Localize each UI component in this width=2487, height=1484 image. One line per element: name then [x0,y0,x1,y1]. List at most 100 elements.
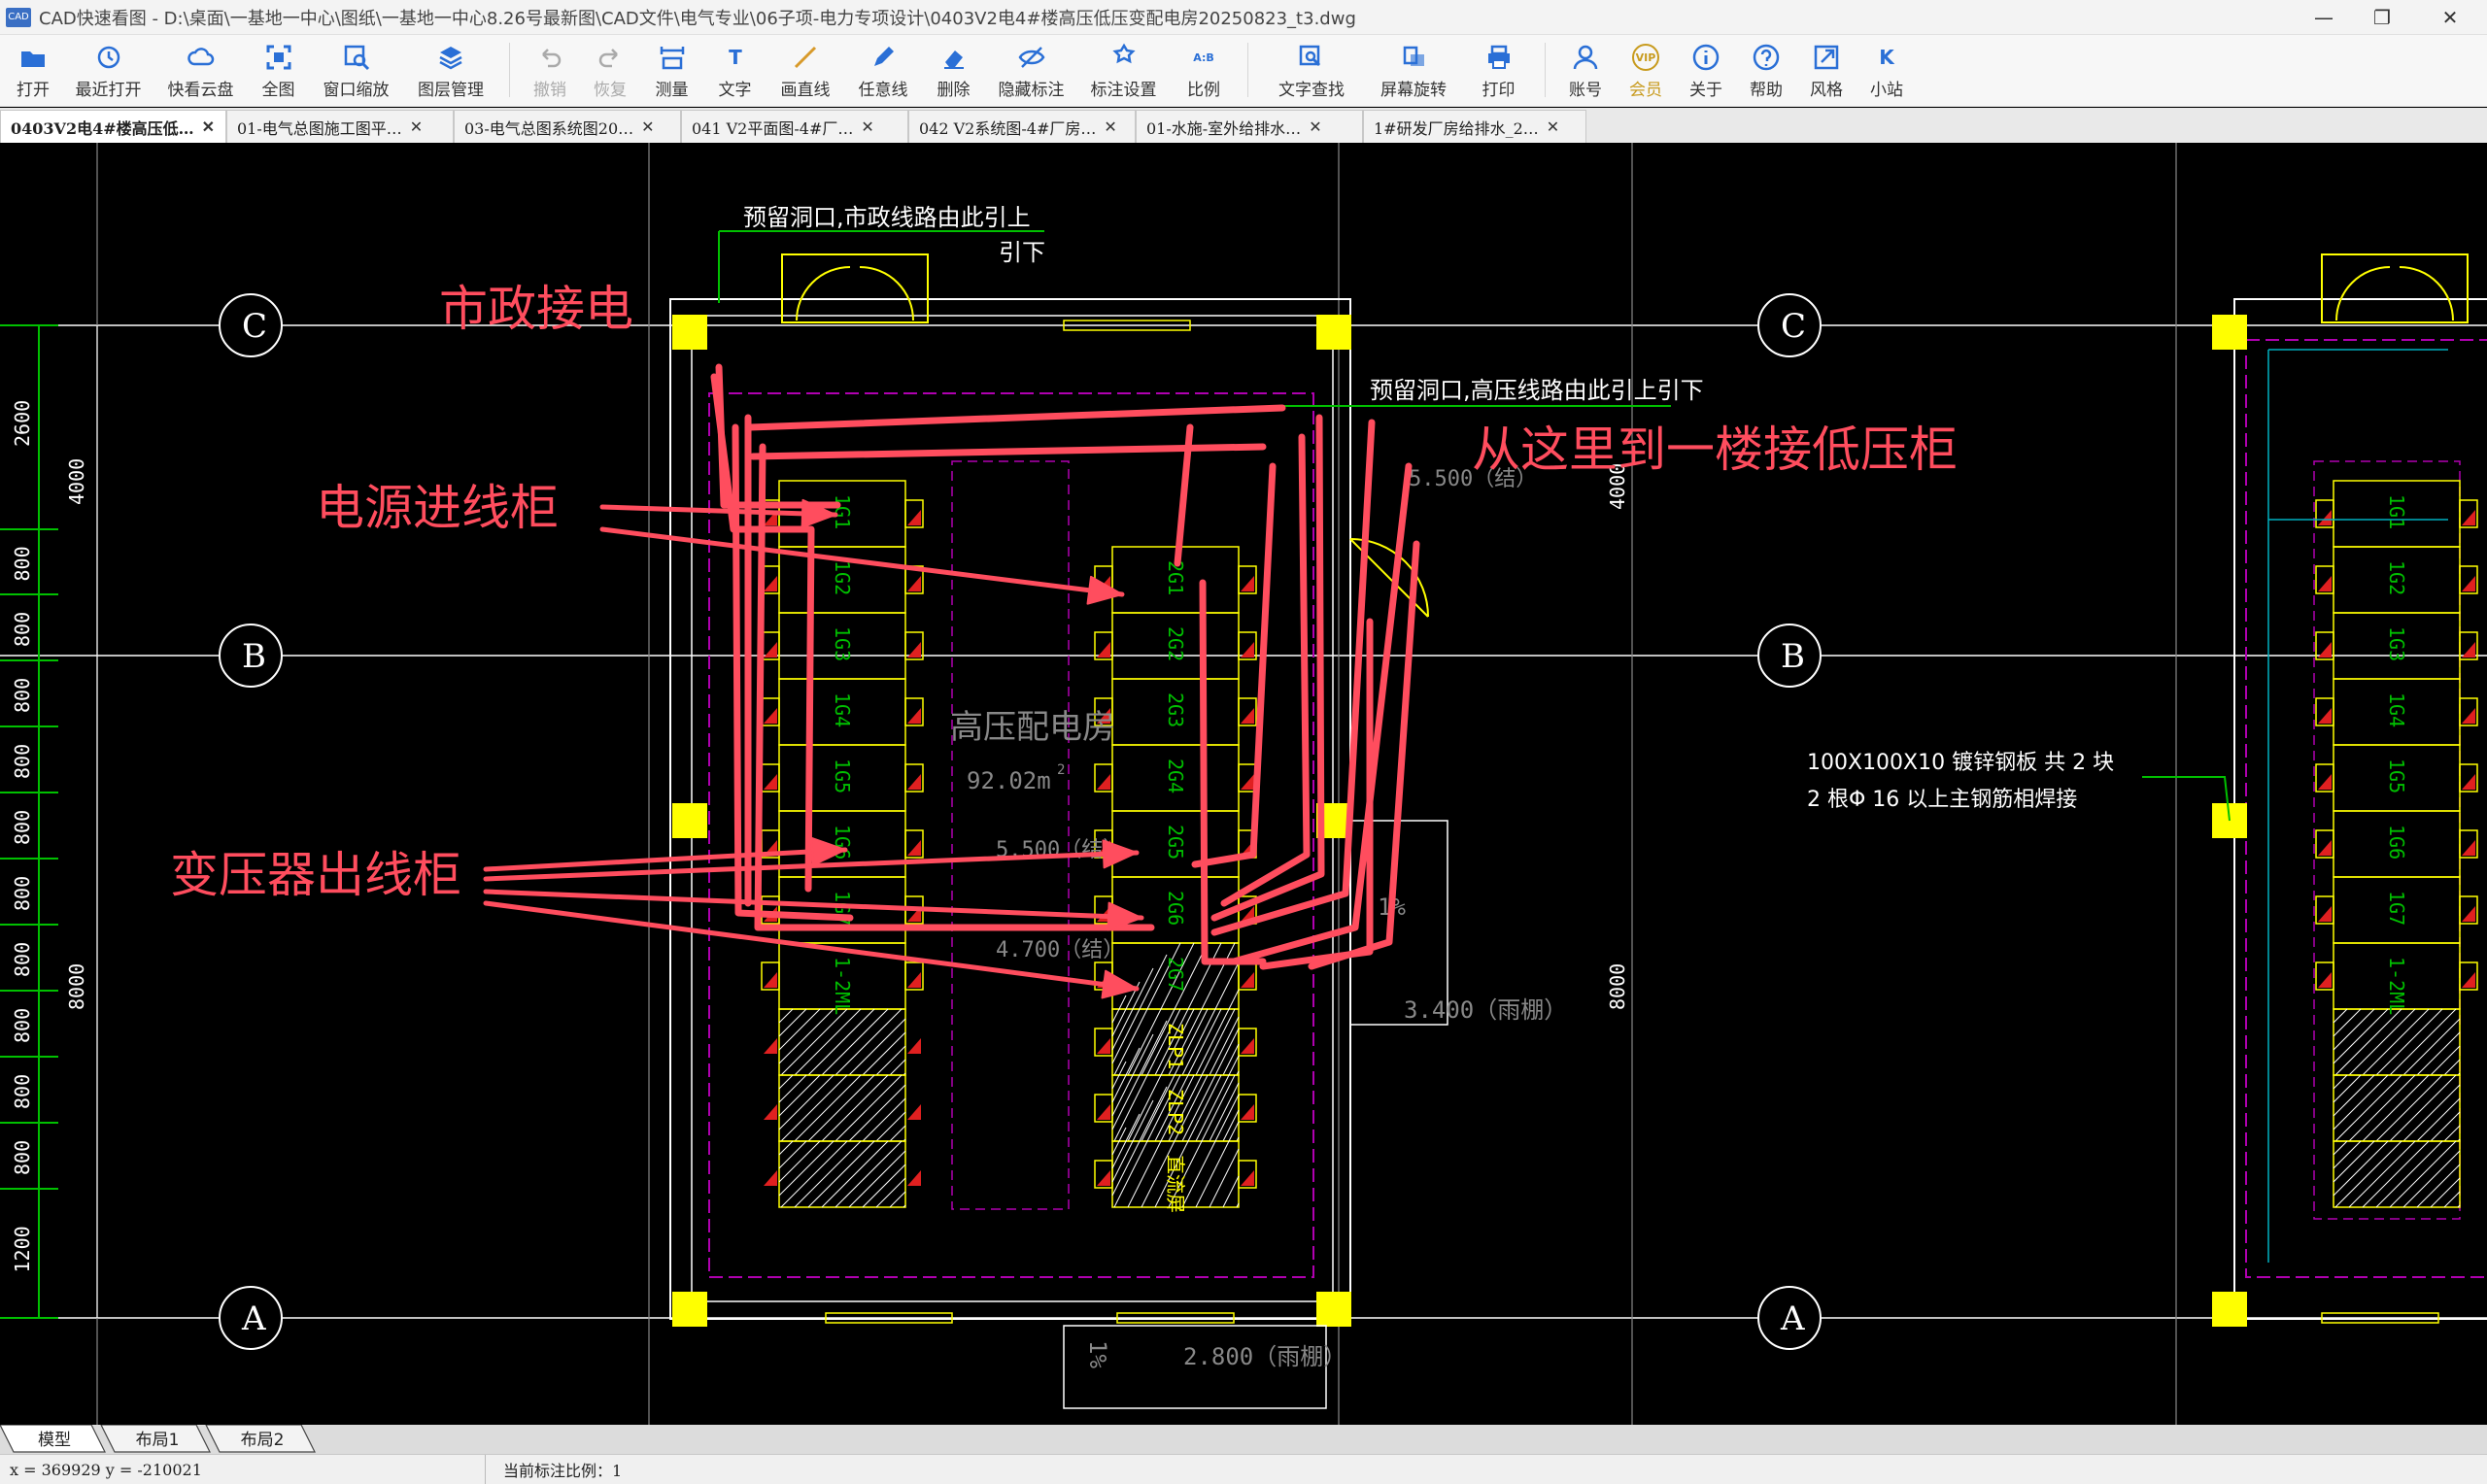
tab-close-icon[interactable]: ✕ [410,118,423,136]
hatch-line [2443,1059,2461,1076]
hatch-line [2443,1191,2461,1208]
tab-close-icon[interactable]: ✕ [202,118,215,136]
handwritten-annotation: 变压器出线柜 [170,847,461,903]
toolbar-measure-button[interactable]: 测量 [640,35,703,107]
hatch-line [2333,1008,2362,1037]
hatch-line [848,1084,906,1142]
tab-close-icon[interactable]: ✕ [641,118,654,136]
dimension-text: 1200 [11,1226,34,1272]
cabinet-marker [2318,708,2332,724]
drawing-note: 预留洞口,市政线路由此引上 [743,204,1031,231]
toolbar-style-button[interactable]: 风格 [1796,35,1857,107]
cabinet-marker [907,510,921,525]
cabinet-marker [907,1104,921,1120]
cabinet-marker [764,1170,777,1186]
toolbar-annotation-settings-button[interactable]: 标注设置 [1077,35,1170,107]
text-search-icon [1297,43,1326,72]
hatch-line [2333,1140,2362,1169]
toolbar-fit-button[interactable]: 全图 [247,35,310,107]
hatch-line [1209,1082,1240,1142]
cad-canvas[interactable]: C C B B A A 2600 800 800 800 800 800 800 800 800 800 800… [0,143,2487,1425]
hatch-line [794,1140,862,1208]
axis-label: C [242,307,267,346]
document-tab[interactable]: 01-电气总图施工图平… ✕ [226,110,454,143]
toolbar-clock-button[interactable]: 最近打开 [62,35,154,107]
toolbar-layers-button[interactable]: 图层管理 [402,35,499,107]
toolbar-label: 比例 [1187,81,1220,100]
hatch-line [2389,1008,2457,1076]
dimension-text: 2600 [11,400,34,447]
document-tab[interactable]: 01-水施-室外给排水… ✕ [1136,110,1363,143]
toolbar-line-button[interactable]: 画直线 [767,35,844,107]
tab-close-icon[interactable]: ✕ [1547,118,1559,136]
cabinet-label: ZLP2 [1164,1089,1187,1135]
door-swing [796,266,914,321]
cabinet-label: 1G7 [2385,891,2408,926]
toolbar-help-button[interactable]: 帮助 [1736,35,1796,107]
hatch-line [875,1111,906,1142]
printer-icon [1484,43,1514,72]
handwritten-annotation: 市政接电 [439,281,633,337]
toolbar-k-site-button[interactable]: K 小站 [1857,35,1917,107]
dimension-text: 800 [11,810,34,845]
tab-close-icon[interactable]: ✕ [1104,118,1116,136]
document-tab[interactable]: 03-电气总图系统图20… ✕ [454,110,681,143]
toolbar-eraser-button[interactable]: 删除 [922,35,985,107]
slope-text: 1% [1084,1340,1111,1368]
tab-close-icon[interactable]: ✕ [861,118,873,136]
toolbar-scale-button[interactable]: A:B 比例 [1170,35,1238,107]
toolbar-printer-button[interactable]: 打印 [1462,35,1535,107]
hatch-line [778,1008,794,1024]
toolbar-window-zoom-button[interactable]: 窗口缩放 [310,35,402,107]
toolbar-user-button[interactable]: 账号 [1555,35,1616,107]
tab-close-icon[interactable]: ✕ [1309,118,1321,136]
document-tab[interactable]: 042 V2系统图-4#厂房… ✕ [908,110,1136,143]
cabinet-marker [2462,708,2475,724]
toolbar-eye-off-button[interactable]: 隐藏标注 [985,35,1077,107]
document-tab[interactable]: 041 V2平面图-4#厂… ✕ [681,110,908,143]
document-tab[interactable]: 0403V2电4#楼高压低… ✕ [0,110,226,143]
dimension-text: 800 [11,678,34,713]
hatch-line [2362,1008,2430,1076]
toolbar-label: 图层管理 [418,81,484,100]
undo-icon [535,43,564,72]
cursor-coordinates: x = 369929 y = -210021 [0,1455,486,1484]
toolbar-redo-button[interactable]: 恢复 [580,35,640,107]
toolbar-undo-button[interactable]: 撤销 [520,35,580,107]
cabinet-label: 2G6 [1164,891,1187,926]
cabinet-label: 2G7 [1164,957,1187,992]
hatch-line [778,1074,807,1103]
hatch-line [1209,1016,1240,1076]
cabinet-marker [1241,1170,1254,1186]
toolbar-folder-button[interactable]: 打开 [4,35,62,107]
cabinet-label: 2G5 [1164,825,1187,860]
toolbar-rotate-button[interactable]: 屏幕旋转 [1365,35,1462,107]
tab-label: 1#研发厂房给排水_2… [1374,118,1539,138]
cabinet-marker [2318,840,2332,856]
cabinet-label: 2G4 [1164,759,1187,793]
hatch-line [2348,1008,2416,1076]
toolbar-info-button[interactable]: 关于 [1676,35,1736,107]
toolbar-label: 打印 [1482,81,1516,100]
hatch-line [1222,1175,1240,1208]
annotation-arrow-head [1101,969,1138,999]
info-icon [1691,43,1720,72]
toolbar-text-search-button[interactable]: 文字查找 [1258,35,1365,107]
axis-label: B [1781,637,1805,676]
toolbar-text-button[interactable]: T 文字 [703,35,767,107]
toolbar-label: 撤销 [533,81,566,100]
hatch-line [2333,1008,2348,1024]
tab-label: 03-电气总图系统图20… [464,118,634,138]
room-area-sup: 2 [1057,762,1065,778]
toolbar-cloud-button[interactable]: 快看云盘 [154,35,247,107]
close-button[interactable]: ✕ [2415,0,2485,35]
cabinet-marker [907,1038,921,1054]
toolbar-pen-button[interactable]: 任意线 [844,35,922,107]
cabinet-marker [764,1038,777,1054]
dimension-text: 800 [11,1008,34,1043]
cabinet-label: 1G2 [831,560,854,595]
document-tab[interactable]: 1#研发厂房给排水_2… ✕ [1363,110,1586,143]
maximize-button[interactable]: ❐ [2347,0,2417,35]
hatch-line [2389,1074,2457,1142]
toolbar-vip-button[interactable]: VIP 会员 [1616,35,1676,107]
